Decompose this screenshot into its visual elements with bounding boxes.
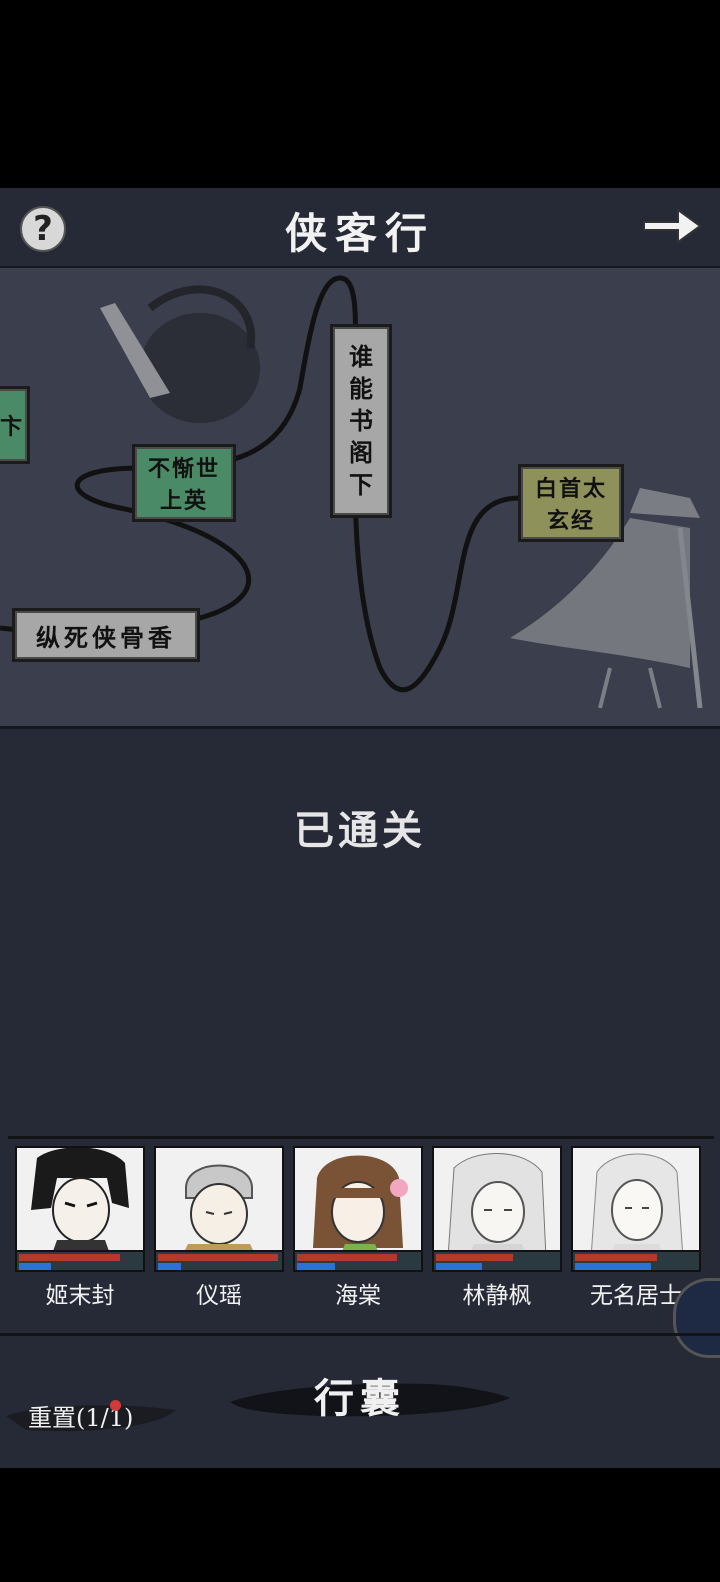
mp-fill [436,1263,482,1270]
hp-fill [19,1254,120,1261]
mp-fill [19,1263,51,1270]
divider [0,1333,720,1336]
chapter-node-shuinengshugexia[interactable]: 谁 能 书 阁 下 [330,324,392,518]
chapter-node-left-edge[interactable]: 卞 [0,386,30,464]
character-name: 海棠 [335,1283,381,1309]
hp-fill [297,1254,397,1261]
character-name: 林静枫 [462,1283,532,1309]
cleared-status-text: 已通关 [294,807,426,854]
chapter-node-char: 阁 [349,438,373,467]
hp-mp-bar [15,1250,145,1272]
mp-fill [297,1263,335,1270]
party-member-card[interactable]: 林静枫 [432,1146,562,1309]
hp-mp-bar [432,1250,562,1272]
chapter-node-char: 能 [349,374,373,403]
party-member-card[interactable]: 姬末封 [15,1146,145,1309]
app-screen: ? 侠客行 卞 不惭世 上英 纵死侠骨香 谁 能 书 阁 下 白首太 玄经 已通… [0,188,720,1468]
chapter-node-label-line1: 不惭世 [147,456,220,482]
party-member-card[interactable]: 仪瑶 [154,1146,284,1309]
party-member-card[interactable]: 海棠 [293,1146,423,1309]
arrow-right-icon[interactable] [640,204,704,248]
character-name: 姬末封 [45,1283,115,1309]
hp-mp-bar [154,1250,284,1272]
divider [8,1136,714,1139]
chapter-node-char: 下 [349,470,373,499]
chapter-node-label: 纵死侠骨香 [36,622,176,652]
chapter-node-char: 书 [349,406,373,435]
hp-fill [158,1254,278,1261]
chapter-node-label-line2: 上英 [159,488,208,514]
hp-fill [575,1254,657,1261]
party-roster: 姬末封 仪瑶 海棠 林静枫 无名居士 [0,1146,720,1314]
hp-fill [436,1254,513,1261]
hp-mp-bar [293,1250,423,1272]
notification-dot-icon [110,1400,121,1411]
chapter-node-label-line2: 玄经 [546,508,595,534]
page-title: 侠客行 [284,209,435,258]
party-member-card[interactable]: 无名居士 [571,1146,701,1309]
chapter-node-baishoutaixuanjing[interactable]: 白首太 玄经 [518,464,624,542]
chapter-node-char: 谁 [349,342,373,371]
mp-fill [575,1263,651,1270]
mp-fill [158,1263,181,1270]
chapter-node-label: 卞 [0,414,22,440]
header-bar: ? 侠客行 [0,188,720,268]
hp-mp-bar [571,1250,701,1272]
chapter-node-bucanshishangying[interactable]: 不惭世 上英 [132,444,236,522]
chapter-node-label-line1: 白首太 [534,476,607,502]
chapter-map: 卞 不惭世 上英 纵死侠骨香 谁 能 书 阁 下 白首太 玄经 [0,266,720,729]
chapter-node-zongsixiaguxiang[interactable]: 纵死侠骨香 [12,608,200,662]
character-name: 仪瑶 [196,1283,242,1309]
